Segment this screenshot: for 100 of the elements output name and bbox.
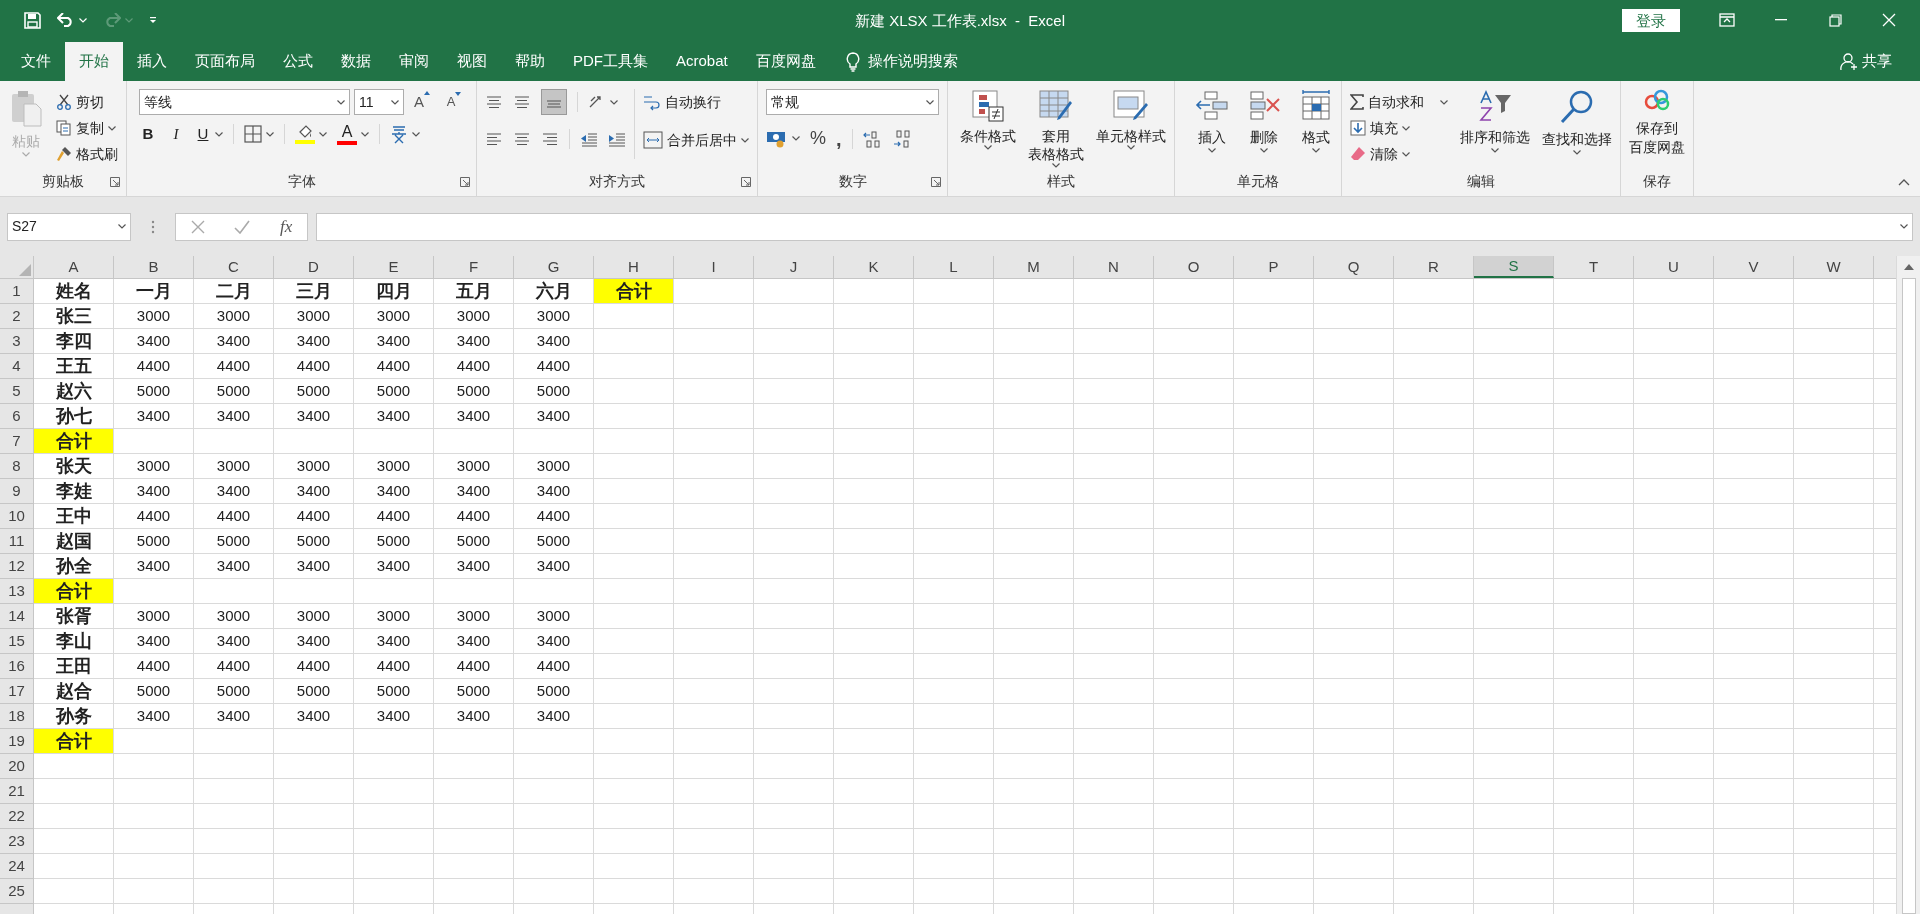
- caret-icon[interactable]: [108, 125, 116, 131]
- person-icon[interactable]: [1840, 52, 1858, 71]
- column-header[interactable]: H: [594, 256, 674, 278]
- column-header[interactable]: V: [1714, 256, 1794, 278]
- format-cells-icon[interactable]: [1299, 89, 1333, 121]
- save-to-cloud-button[interactable]: 保存到 百度网盘: [1629, 119, 1685, 157]
- ribbon-tab[interactable]: 插入: [123, 42, 181, 81]
- scroll-thumb[interactable]: [1901, 277, 1916, 914]
- row-header[interactable]: 6: [0, 404, 33, 429]
- column-header[interactable]: U: [1634, 256, 1714, 278]
- font-name-dropdown[interactable]: 等线: [139, 89, 350, 115]
- caret-icon[interactable]: [1491, 148, 1499, 153]
- row-header[interactable]: 18: [0, 704, 33, 729]
- lightbulb-icon[interactable]: [845, 51, 860, 72]
- ribbon-tab[interactable]: 视图: [443, 42, 501, 81]
- percent-button[interactable]: %: [810, 125, 826, 152]
- styles-button[interactable]: 套用 表格格式: [1028, 127, 1084, 163]
- row-header[interactable]: 20: [0, 754, 33, 779]
- caret-icon[interactable]: [741, 137, 749, 143]
- column-header[interactable]: P: [1234, 256, 1314, 278]
- eraser-icon[interactable]: [1350, 146, 1366, 162]
- row-header[interactable]: 22: [0, 804, 33, 829]
- merge-center-button[interactable]: 合并后居中: [667, 129, 737, 151]
- table-format-icon[interactable]: [1038, 89, 1074, 123]
- row-header[interactable]: 13: [0, 579, 33, 604]
- row-header[interactable]: 25: [0, 879, 33, 904]
- fill-down-icon[interactable]: [1350, 120, 1366, 136]
- row-header[interactable]: 2: [0, 304, 33, 329]
- caret-icon[interactable]: [1402, 125, 1410, 131]
- align-middle-icon[interactable]: [513, 94, 531, 110]
- caret-icon[interactable]: [984, 145, 992, 150]
- caret-icon[interactable]: [266, 131, 274, 137]
- caret-icon[interactable]: [926, 99, 934, 105]
- row-header[interactable]: 10: [0, 504, 33, 529]
- column-header[interactable]: L: [914, 256, 994, 278]
- insert-cells-icon[interactable]: [1195, 89, 1229, 121]
- wrap-text-icon[interactable]: [643, 93, 661, 111]
- cell-styles-icon[interactable]: [1112, 89, 1150, 123]
- ribbon-tab[interactable]: 审阅: [385, 42, 443, 81]
- scissors-icon[interactable]: [56, 94, 72, 110]
- align-top-icon[interactable]: [485, 94, 503, 110]
- bold-button[interactable]: B: [139, 123, 157, 146]
- row-header[interactable]: 8: [0, 454, 33, 479]
- format-painter-icon[interactable]: [56, 146, 72, 162]
- column-header[interactable]: W: [1794, 256, 1874, 278]
- ribbon-tab[interactable]: Acrobat: [662, 42, 742, 81]
- tell-me-search[interactable]: 操作说明搜索: [867, 50, 958, 73]
- styles-button[interactable]: 条件格式: [960, 127, 1016, 145]
- scroll-up-icon[interactable]: [1903, 264, 1914, 270]
- column-header[interactable]: Q: [1314, 256, 1394, 278]
- caret-icon[interactable]: [391, 99, 399, 105]
- caret-icon[interactable]: [1402, 151, 1410, 157]
- shrink-font-button[interactable]: A: [440, 92, 468, 112]
- column-header[interactable]: T: [1554, 256, 1634, 278]
- formula-input[interactable]: [316, 212, 1913, 241]
- column-header[interactable]: M: [994, 256, 1074, 278]
- clear-button[interactable]: 清除: [1370, 143, 1398, 165]
- caret-icon[interactable]: [1900, 224, 1908, 229]
- number-format-dropdown[interactable]: 常规: [766, 89, 939, 115]
- drag-handle-icon[interactable]: [151, 219, 155, 234]
- caret-icon[interactable]: [412, 131, 420, 137]
- column-header[interactable]: S: [1474, 256, 1554, 278]
- phonetic-icon[interactable]: [390, 124, 408, 145]
- column-header[interactable]: K: [834, 256, 914, 278]
- grow-font-button[interactable]: A: [408, 90, 436, 114]
- undo-icon[interactable]: [57, 13, 75, 27]
- row-header[interactable]: 12: [0, 554, 33, 579]
- row-header[interactable]: 24: [0, 854, 33, 879]
- restore-icon[interactable]: [1828, 13, 1842, 27]
- row-header[interactable]: 5: [0, 379, 33, 404]
- row-header[interactable]: 15: [0, 629, 33, 654]
- borders-icon[interactable]: [244, 125, 262, 144]
- row-header[interactable]: 16: [0, 654, 33, 679]
- column-header[interactable]: C: [194, 256, 274, 278]
- autosum-button[interactable]: 自动求和: [1368, 91, 1424, 113]
- increase-indent-icon[interactable]: [608, 131, 626, 147]
- fill-button[interactable]: 填充: [1370, 117, 1398, 139]
- dialog-launcher-icon[interactable]: [110, 177, 120, 187]
- currency-icon[interactable]: [766, 129, 788, 148]
- fill-color-icon[interactable]: [295, 124, 315, 145]
- column-header[interactable]: O: [1154, 256, 1234, 278]
- cells-button[interactable]: 插入: [1198, 127, 1226, 148]
- caret-icon[interactable]: [1052, 163, 1060, 168]
- caret-icon[interactable]: [610, 99, 618, 105]
- row-header[interactable]: 7: [0, 429, 33, 454]
- align-right-icon[interactable]: [541, 131, 559, 147]
- format-painter-button[interactable]: 格式刷: [76, 143, 118, 165]
- row-header[interactable]: 1: [0, 279, 33, 304]
- login-button[interactable]: 登录: [1622, 8, 1680, 32]
- caret-icon[interactable]: [319, 131, 327, 137]
- caret-icon[interactable]: [1208, 148, 1216, 153]
- column-header[interactable]: I: [674, 256, 754, 278]
- row-header[interactable]: 23: [0, 829, 33, 854]
- ribbon-tab[interactable]: PDF工具集: [559, 42, 662, 81]
- cells-button[interactable]: 格式: [1302, 127, 1330, 148]
- ribbon-tab[interactable]: 开始: [65, 42, 123, 81]
- column-header[interactable]: D: [274, 256, 354, 278]
- sort-filter-icon[interactable]: [1477, 89, 1513, 123]
- caret-icon[interactable]: [361, 131, 369, 137]
- cut-button[interactable]: 剪切: [76, 91, 104, 113]
